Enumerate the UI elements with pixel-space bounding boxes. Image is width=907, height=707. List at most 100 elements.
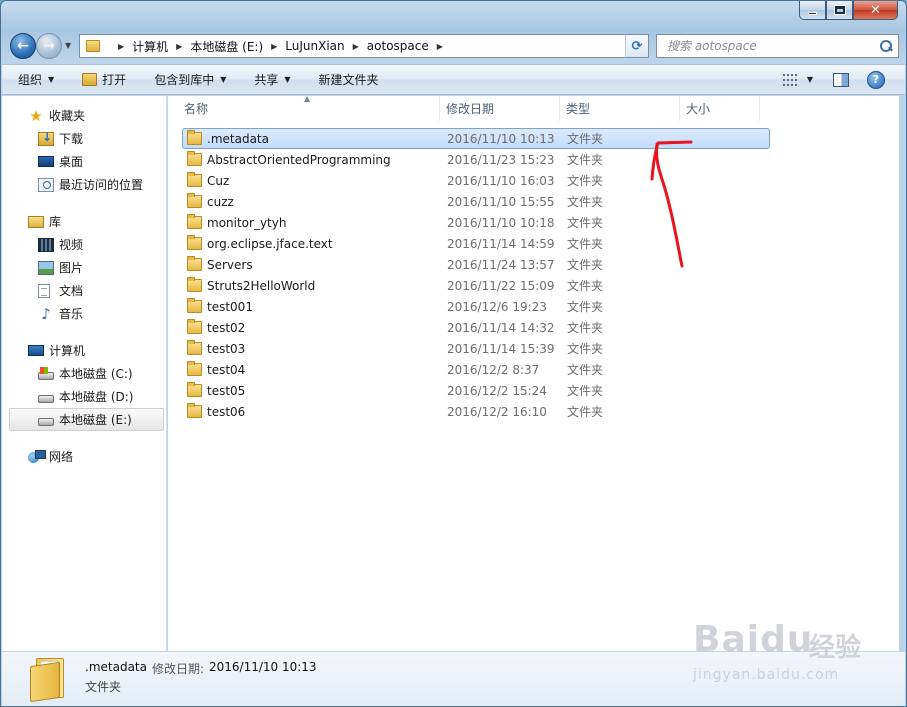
dropdown-arrow-icon: ▼: [48, 75, 55, 84]
chevron-right-icon[interactable]: ▶: [176, 42, 182, 51]
recent-pages-dropdown[interactable]: ▼: [65, 41, 71, 50]
sidebar-item-desktop[interactable]: 桌面: [2, 150, 166, 173]
breadcrumb-computer[interactable]: 计算机: [132, 38, 168, 55]
sidebar-item-label: 本地磁盘 (D:): [59, 390, 134, 404]
table-row[interactable]: test03 2016/11/14 15:39 文件夹: [182, 338, 770, 359]
table-row[interactable]: org.eclipse.jface.text 2016/11/14 14:59 文件…: [182, 233, 770, 254]
sidebar-item-drive-e[interactable]: 本地磁盘 (E:): [9, 408, 164, 431]
file-type: 文件夹: [567, 363, 604, 377]
column-header-type[interactable]: 类型: [560, 96, 680, 121]
drive-icon: [38, 394, 54, 403]
sidebar-item-pictures[interactable]: 图片: [2, 256, 166, 279]
file-type: 文件夹: [567, 174, 604, 188]
help-icon[interactable]: ?: [867, 70, 885, 89]
sidebar-item-drive-c[interactable]: 本地磁盘 (C:): [2, 362, 166, 385]
share-button[interactable]: 共享 ▼: [254, 71, 290, 88]
table-row[interactable]: monitor_ytyh 2016/11/10 10:18 文件夹: [182, 212, 770, 233]
table-row[interactable]: test04 2016/12/2 8:37 文件夹: [182, 359, 770, 380]
chevron-right-icon[interactable]: ▶: [271, 42, 277, 51]
close-button[interactable]: ✕: [853, 1, 898, 20]
chevron-right-icon[interactable]: ▶: [353, 42, 359, 51]
column-header-name[interactable]: 名称 ▲: [168, 94, 440, 121]
chevron-right-icon[interactable]: ▶: [437, 42, 443, 51]
folder-icon: [187, 340, 202, 355]
forward-button[interactable]: →: [36, 33, 62, 59]
column-label: 修改日期: [446, 102, 495, 116]
file-name: Struts2HelloWorld: [207, 278, 316, 293]
include-in-library-button[interactable]: 包含到库中 ▼: [154, 71, 226, 88]
sidebar-item-label: 下载: [59, 132, 84, 146]
minimize-button[interactable]: [799, 1, 826, 20]
file-type: 文件夹: [567, 279, 604, 293]
table-row[interactable]: Servers 2016/11/24 13:57 文件夹: [182, 254, 770, 275]
star-icon: ★: [29, 106, 43, 125]
breadcrumb-drive-e[interactable]: 本地磁盘 (E:): [190, 38, 263, 55]
file-date: 2016/11/10 16:03: [447, 173, 555, 188]
sidebar-item-downloads[interactable]: 下载: [2, 127, 166, 150]
table-row[interactable]: test001 2016/12/6 19:23 文件夹: [182, 296, 770, 317]
sidebar-item-computer[interactable]: 计算机: [2, 339, 166, 362]
music-icon: ♪: [41, 304, 51, 323]
file-name: test03: [207, 341, 246, 356]
file-type: 文件夹: [567, 300, 604, 314]
folder-icon: [187, 403, 202, 418]
search-icon[interactable]: [880, 40, 892, 52]
file-type: 文件夹: [567, 384, 604, 398]
breadcrumb-aotospace[interactable]: aotospace: [367, 39, 429, 53]
address-bar[interactable]: ▶ 计算机 ▶ 本地磁盘 (E:) ▶ LuJunXian ▶ aotospac…: [79, 34, 649, 58]
folder-icon: [187, 151, 202, 166]
new-folder-label: 新建文件夹: [318, 73, 379, 87]
organize-button[interactable]: 组织 ▼: [18, 71, 54, 88]
table-row[interactable]: Struts2HelloWorld 2016/11/22 15:09 文件夹: [182, 275, 770, 296]
table-row[interactable]: Cuz 2016/11/10 16:03 文件夹: [182, 170, 770, 191]
maximize-button[interactable]: [826, 1, 853, 20]
sidebar-item-videos[interactable]: 视频: [2, 233, 166, 256]
maximize-icon: [833, 5, 846, 15]
details-modified-value: 2016/11/10 10:13: [209, 660, 317, 674]
library-icon: [28, 215, 44, 228]
breadcrumb-lujunxian[interactable]: LuJunXian: [285, 39, 344, 53]
table-row[interactable]: test02 2016/11/14 14:32 文件夹: [182, 317, 770, 338]
sidebar-item-music[interactable]: ♪ 音乐: [2, 302, 166, 325]
back-button[interactable]: ←: [10, 33, 36, 59]
new-folder-button[interactable]: 新建文件夹: [319, 71, 379, 88]
column-header-date[interactable]: 修改日期: [440, 96, 560, 121]
sidebar-item-drive-d[interactable]: 本地磁盘 (D:): [2, 385, 166, 408]
file-name: test04: [207, 362, 246, 377]
sidebar-item-recent-places[interactable]: 最近访问的位置: [2, 173, 166, 196]
search-box[interactable]: [656, 34, 899, 58]
download-folder-icon: [38, 130, 54, 146]
table-row[interactable]: AbstractOrientedProgramming 2016/11/23 15…: [182, 149, 770, 170]
view-options-dropdown[interactable]: ▼: [807, 75, 813, 84]
column-label: 大小: [686, 102, 711, 116]
file-type: 文件夹: [567, 195, 604, 209]
folder-icon: [86, 40, 100, 52]
table-row[interactable]: .metadata 2016/11/10 10:13 文件夹: [182, 128, 770, 149]
table-row[interactable]: test06 2016/12/2 16:10 文件夹: [182, 401, 770, 422]
change-view-icon[interactable]: [782, 73, 797, 86]
file-type: 文件夹: [567, 237, 604, 251]
table-row[interactable]: test05 2016/12/2 15:24 文件夹: [182, 380, 770, 401]
file-rows: .metadata 2016/11/10 10:13 文件夹 AbstractOri…: [168, 128, 770, 422]
documents-icon: [38, 283, 50, 298]
file-date: 2016/11/14 14:32: [447, 320, 555, 335]
folder-icon: [187, 130, 202, 145]
refresh-button[interactable]: ⟳: [625, 34, 649, 58]
open-button[interactable]: 打开: [82, 71, 126, 88]
sidebar-item-network[interactable]: 网络: [2, 445, 166, 468]
sidebar-item-label: 音乐: [59, 307, 84, 321]
details-pane: .metadata 修改日期: 2016/11/10 10:13 文件夹: [2, 651, 905, 706]
table-row[interactable]: cuzz 2016/11/10 15:55 文件夹: [182, 191, 770, 212]
sidebar-item-label: 本地磁盘 (E:): [59, 413, 132, 427]
sidebar-item-libraries[interactable]: 库: [2, 210, 166, 233]
sidebar-item-favorites[interactable]: ★ 收藏夹: [2, 104, 166, 127]
chevron-right-icon[interactable]: ▶: [118, 42, 124, 51]
sidebar-item-documents[interactable]: 文档: [2, 279, 166, 302]
column-header-size[interactable]: 大小: [680, 96, 760, 121]
search-input[interactable]: [667, 39, 867, 53]
dropdown-arrow-icon: ▼: [284, 75, 291, 84]
file-date: 2016/11/14 15:39: [447, 341, 555, 356]
file-type: 文件夹: [567, 216, 604, 230]
preview-pane-icon[interactable]: [833, 72, 849, 87]
open-folder-icon: [82, 73, 98, 86]
